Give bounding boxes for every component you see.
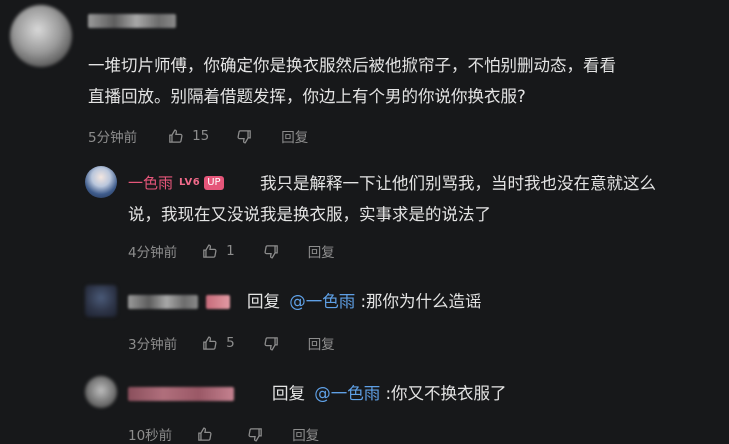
comment-text: 一堆切片师傅，你确定你是换衣服然后被他掀帘子，不怕别删动态，看看 直播回放。别隔… xyxy=(88,50,616,112)
mention-link[interactable]: @一色雨 xyxy=(289,292,355,311)
uploader-avatar[interactable] xyxy=(85,166,117,198)
reply-like-count: 1 xyxy=(226,243,235,259)
reply-time: 3分钟前 xyxy=(128,337,178,353)
reply-prefix: 回复 xyxy=(272,384,305,403)
reply-time: 10秒前 xyxy=(128,428,173,444)
replier-name-blurred[interactable] xyxy=(128,295,198,309)
comment-time: 5分钟前 xyxy=(88,130,138,146)
reply-reply-button[interactable]: 回复 xyxy=(292,424,319,444)
reply-reply-button[interactable]: 回复 xyxy=(308,333,335,353)
thumb-down-icon[interactable] xyxy=(263,335,280,352)
comment-text-line: 直播回放。别隔着借题发挥，你边上有个男的你说你换衣服? xyxy=(88,87,526,106)
replier-avatar[interactable] xyxy=(85,376,117,408)
thumb-down-icon[interactable] xyxy=(247,426,264,443)
comment-reply-button[interactable]: 回复 xyxy=(281,126,308,146)
reply-body: :你又不换衣服了 xyxy=(385,384,507,403)
reply-meta: 4分钟前 1 回复 xyxy=(128,241,335,261)
comment-meta: 5分钟前 15 回复 xyxy=(88,126,308,146)
reply-text-line: 我只是解释一下让他们别骂我，当时我也没在意就这么 xyxy=(260,174,656,193)
commenter-avatar[interactable] xyxy=(10,5,72,67)
mention-link[interactable]: @一色雨 xyxy=(314,384,380,403)
reply-text: 我只是解释一下让他们别骂我，当时我也没在意就这么 说，我现在又没说我是换衣服，实… xyxy=(128,168,656,230)
thumb-up-icon[interactable] xyxy=(201,243,218,260)
commenter-name-blurred[interactable] xyxy=(88,14,176,28)
reply-prefix: 回复 xyxy=(247,292,280,311)
reply-like-count: 5 xyxy=(226,335,235,351)
reply-reply-button[interactable]: 回复 xyxy=(308,241,335,261)
comment-text-line: 一堆切片师傅，你确定你是换衣服然后被他掀帘子，不怕别删动态，看看 xyxy=(88,56,616,75)
reply-text: 回复 @一色雨 :你又不换衣服了 xyxy=(272,378,507,409)
thumb-down-icon[interactable] xyxy=(236,128,253,145)
thumb-up-icon[interactable] xyxy=(196,426,213,443)
comment-like-count: 15 xyxy=(192,128,210,144)
reply-meta: 10秒前 回复 xyxy=(128,424,319,444)
reply-meta: 3分钟前 5 回复 xyxy=(128,333,335,353)
reply-time: 4分钟前 xyxy=(128,245,178,261)
reply-text: 回复 @一色雨 :那你为什么造谣 xyxy=(247,286,482,317)
thumb-down-icon[interactable] xyxy=(263,243,280,260)
thumb-up-icon[interactable] xyxy=(201,335,218,352)
replier-name-blurred[interactable] xyxy=(128,387,234,401)
reply-text-line: 说，我现在又没说我是换衣服，实事求是的说法了 xyxy=(128,205,491,224)
thumb-up-icon[interactable] xyxy=(167,128,184,145)
replier-avatar[interactable] xyxy=(85,285,117,317)
reply-body: :那你为什么造谣 xyxy=(360,292,482,311)
replier-badge-blurred xyxy=(206,295,230,309)
